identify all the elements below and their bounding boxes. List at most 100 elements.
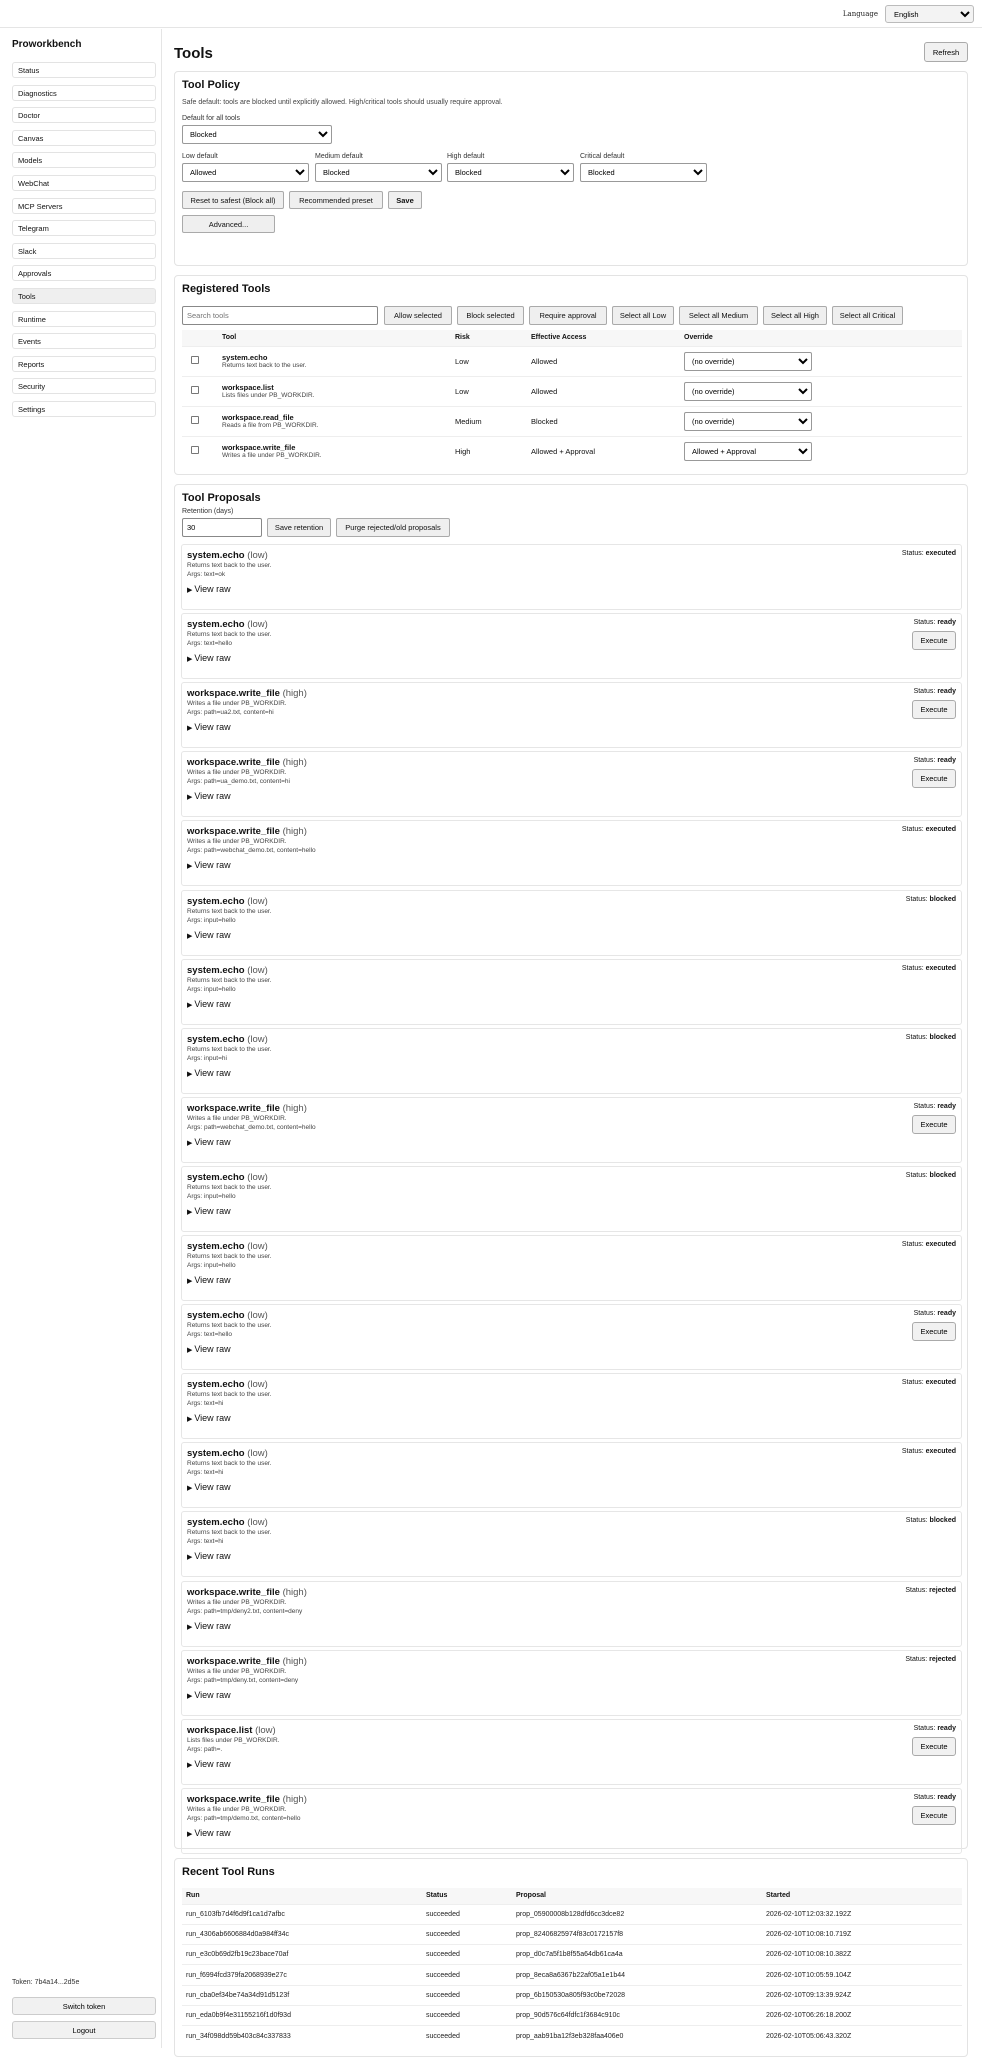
tool-column-header: Tool [220, 330, 453, 346]
recommended-preset-button[interactable]: Recommended preset [289, 191, 383, 209]
allow-selected-button[interactable]: Allow selected [384, 306, 452, 325]
view-raw-toggle[interactable]: ▶ View raw [187, 1690, 231, 1700]
sidebar-item-settings[interactable]: Settings [12, 400, 156, 417]
view-raw-toggle[interactable]: ▶ View raw [187, 930, 231, 940]
default-policy-select[interactable]: Blocked [182, 125, 332, 144]
medium-default-select[interactable]: Blocked [315, 163, 442, 182]
view-raw-toggle[interactable]: ▶ View raw [187, 1413, 231, 1423]
language-select[interactable]: English [885, 5, 974, 23]
low-default-select[interactable]: Allowed [182, 163, 309, 182]
view-raw-toggle[interactable]: ▶ View raw [187, 1759, 231, 1769]
proposal-item: workspace.list (low) Lists files under PB… [181, 1718, 962, 1785]
proposal-risk: (high) [282, 688, 307, 700]
execute-button[interactable]: Execute [912, 1736, 956, 1756]
sidebar-item-telegram[interactable]: Telegram [12, 220, 156, 237]
proposal-title: workspace.write_file (high) [187, 688, 307, 699]
reset-safest-button[interactable]: Reset to safest (Block all) [182, 191, 284, 209]
sidebar-item-webchat[interactable]: WebChat [12, 174, 156, 191]
tool-checkbox[interactable] [191, 446, 199, 455]
view-raw-label: View raw [194, 791, 231, 802]
sidebar-item-mcp-servers[interactable]: MCP Servers [12, 197, 156, 214]
tool-effective-access: Allowed + Approval [529, 435, 682, 466]
runs-table-body: run_6103fb7d4f6d9f1ca1d7afbc succeeded pro… [182, 1903, 962, 2047]
run-row: run_6103fb7d4f6d9f1ca1d7afbc succeeded pro… [182, 1903, 962, 1925]
runs-header-row: Run Status Proposal Started [182, 1888, 962, 1904]
proposal-description: Returns text back to the user. [187, 1529, 272, 1537]
sidebar-item-slack[interactable]: Slack [12, 242, 156, 259]
view-raw-toggle[interactable]: ▶ View raw [187, 860, 231, 870]
execute-button[interactable]: Execute [912, 631, 956, 651]
view-raw-toggle[interactable]: ▶ View raw [187, 722, 231, 732]
sidebar-item-security[interactable]: Security [12, 378, 156, 395]
sidebar-item-reports[interactable]: Reports [12, 355, 156, 372]
execute-button[interactable]: Execute [912, 1805, 956, 1825]
high-default-select[interactable]: Blocked [447, 163, 574, 182]
view-raw-toggle[interactable]: ▶ View raw [187, 1828, 231, 1838]
view-raw-toggle[interactable]: ▶ View raw [187, 999, 231, 1009]
view-raw-toggle[interactable]: ▶ View raw [187, 1482, 231, 1492]
advanced-button[interactable]: Advanced... [182, 215, 275, 233]
proposal-description: Writes a file under PB_WORKDIR. [187, 700, 287, 708]
proposal-item: workspace.write_file (high) Writes a file… [181, 682, 962, 749]
execute-button[interactable]: Execute [912, 769, 956, 789]
run-row: run_34f098dd59b403c84c337833 succeeded pro… [182, 2025, 962, 2047]
require-approval-button[interactable]: Require approval [529, 306, 607, 325]
view-raw-toggle[interactable]: ▶ View raw [187, 791, 231, 801]
execute-button[interactable]: Execute [912, 1114, 956, 1134]
sidebar-item-models[interactable]: Models [12, 152, 156, 169]
tool-override-select[interactable]: (no override) [684, 411, 812, 431]
sidebar-item-doctor[interactable]: Doctor [12, 107, 156, 124]
proposal-item: system.echo (low) Returns text back to th… [181, 544, 962, 610]
block-selected-button[interactable]: Block selected [457, 306, 524, 325]
sidebar-item-tools[interactable]: Tools [12, 287, 156, 304]
view-raw-toggle[interactable]: ▶ View raw [187, 1344, 231, 1354]
select-all-low-button[interactable]: Select all Low [612, 306, 674, 325]
status-value: executed [925, 826, 956, 834]
sidebar-item-status[interactable]: Status [12, 62, 156, 78]
view-raw-toggle[interactable]: ▶ View raw [187, 1206, 231, 1216]
view-raw-label: View raw [194, 1136, 231, 1147]
tools-table-body: system.echo Returns text back to the user… [182, 345, 962, 466]
tool-checkbox[interactable] [191, 416, 199, 424]
search-tools-input[interactable] [182, 306, 378, 325]
proposal-tool-name: system.echo [187, 1033, 245, 1045]
save-retention-button[interactable]: Save retention [267, 518, 331, 537]
view-raw-toggle[interactable]: ▶ View raw [187, 1551, 231, 1561]
view-raw-toggle[interactable]: ▶ View raw [187, 584, 231, 594]
select-all-high-button[interactable]: Select all High [763, 306, 827, 325]
logout-button[interactable]: Logout [12, 2021, 156, 2039]
status-value: executed [925, 1241, 956, 1248]
critical-default-select[interactable]: Blocked [580, 163, 707, 182]
execute-button[interactable]: Execute [912, 700, 956, 720]
proposal-args: Args: text=hello [187, 640, 232, 648]
sidebar-item-events[interactable]: Events [12, 333, 156, 350]
execute-button[interactable]: Execute [912, 1322, 956, 1342]
sidebar-item-diagnostics[interactable]: Diagnostics [12, 84, 156, 101]
tool-override-select[interactable]: (no override) [684, 381, 812, 401]
sidebar-item-runtime[interactable]: Runtime [12, 310, 156, 327]
tool-effective-access: Allowed [529, 345, 682, 376]
sidebar-item-approvals[interactable]: Approvals [12, 265, 156, 282]
run-started-cell: 2026-02-10T05:06:43.320Z [762, 2025, 962, 2047]
tool-override-select[interactable]: Allowed + Approval [684, 441, 812, 461]
purge-proposals-button[interactable]: Purge rejected/old proposals [336, 518, 450, 537]
high-default-label: High default [447, 153, 485, 160]
retention-input[interactable] [182, 518, 262, 537]
tool-checkbox[interactable] [191, 386, 199, 394]
proposal-args: Args: input=hello [187, 916, 236, 924]
refresh-button[interactable]: Refresh [924, 42, 968, 62]
sidebar-item-canvas[interactable]: Canvas [12, 129, 156, 146]
tool-override-select[interactable]: (no override) [684, 351, 812, 371]
view-raw-toggle[interactable]: ▶ View raw [187, 1137, 231, 1147]
view-raw-toggle[interactable]: ▶ View raw [187, 1068, 231, 1078]
tool-checkbox[interactable] [191, 356, 199, 364]
switch-token-button[interactable]: Switch token [12, 1997, 156, 2015]
view-raw-toggle[interactable]: ▶ View raw [187, 653, 231, 663]
view-raw-toggle[interactable]: ▶ View raw [187, 1621, 231, 1631]
select-all-critical-button[interactable]: Select all Critical [832, 306, 903, 325]
low-default-label: Low default [182, 153, 218, 160]
tool-risk: Medium [453, 405, 529, 436]
select-all-medium-button[interactable]: Select all Medium [679, 306, 758, 325]
view-raw-toggle[interactable]: ▶ View raw [187, 1275, 231, 1285]
save-policy-button[interactable]: Save [388, 191, 422, 209]
